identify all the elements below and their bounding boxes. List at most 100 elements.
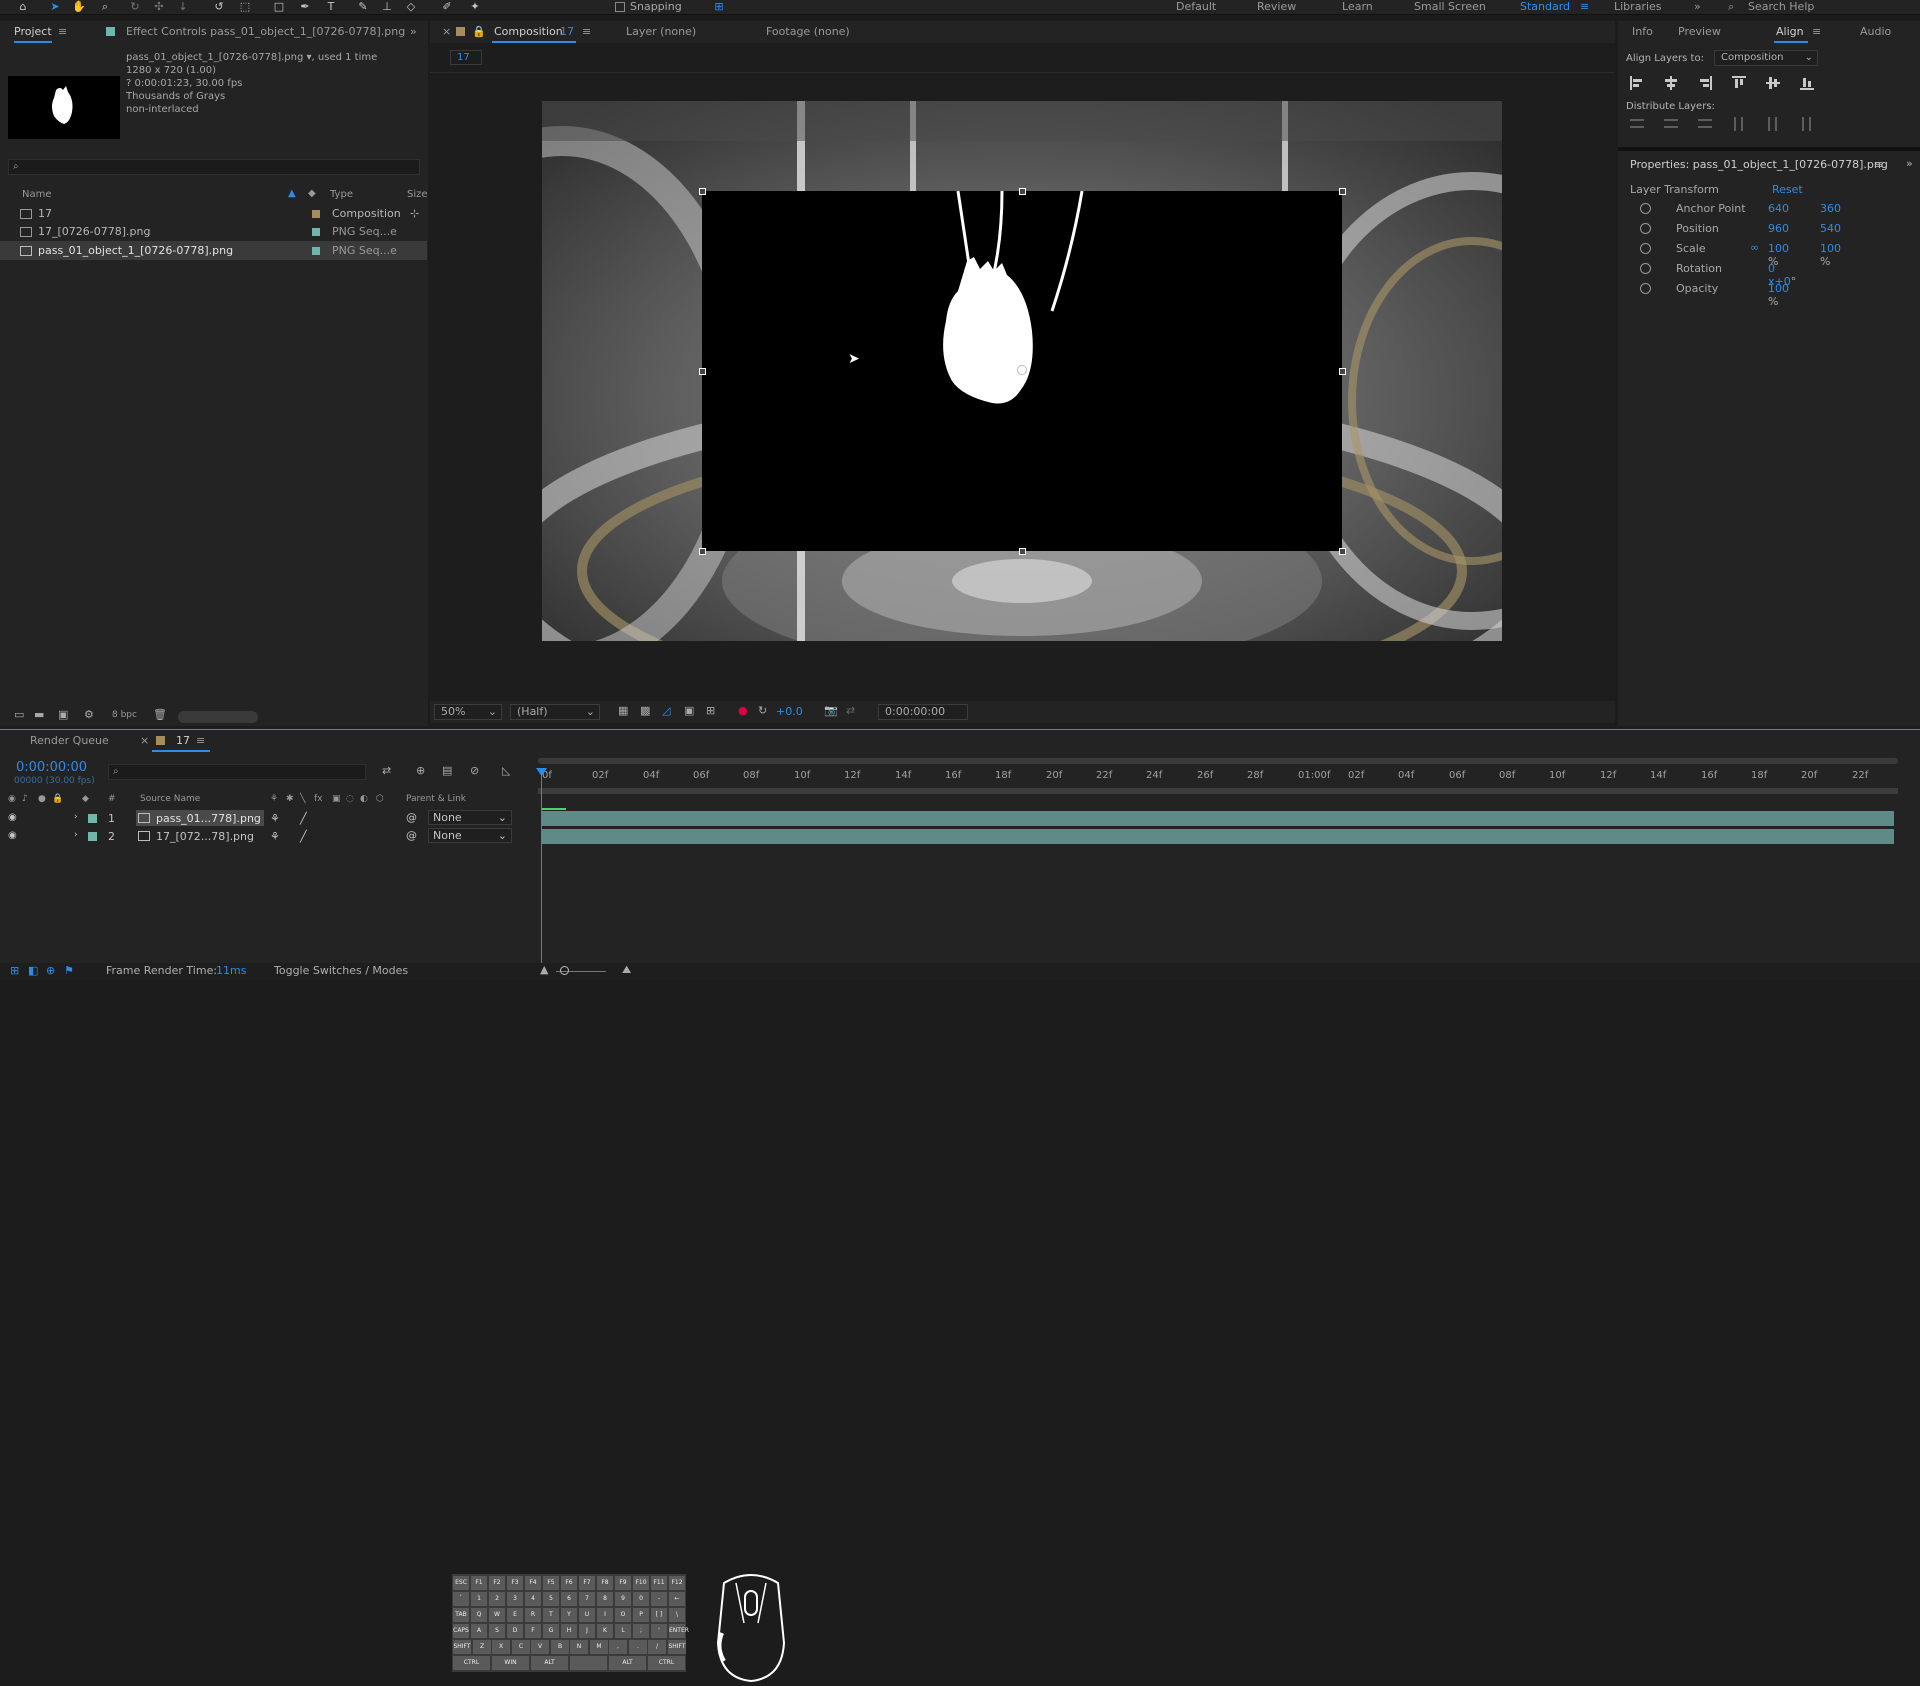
in-out-icon[interactable]: ⊕ [46,964,55,977]
modes-icon[interactable]: ◧ [28,964,38,977]
align-hcenter-icon[interactable] [1664,76,1678,90]
transform-handle-t[interactable] [1019,188,1026,195]
project-search-input[interactable]: ⌕ [8,159,420,175]
stopwatch-icon[interactable] [1640,203,1651,214]
pickwhip-icon[interactable]: @ [406,811,417,824]
home-icon[interactable]: ⌂ [16,1,30,13]
transform-handle-l[interactable] [699,368,706,375]
exposure-value[interactable]: +0.0 [776,705,803,718]
workspace-menu-icon[interactable]: ≡ [1580,0,1589,15]
comp-menu-icon[interactable]: ≡ [582,21,591,43]
search-help-input[interactable]: Search Help [1748,0,1814,15]
render-icon[interactable]: ⚙ [84,708,94,721]
align-left-icon[interactable] [1630,76,1644,90]
tab-effect-controls[interactable]: Effect Controls pass_01_object_1_[0726-0… [126,21,405,43]
grid-guides-icon[interactable]: ⊞ [706,704,715,717]
property-value-y[interactable]: 100 % [1820,242,1841,268]
layer-name[interactable]: pass_01...778].png [156,812,261,825]
tab-composition[interactable]: Composition [494,21,563,43]
3d-switch-icon[interactable]: ⬡ [376,794,384,804]
pickwhip-icon[interactable]: @ [406,829,417,842]
interpret-footage-icon[interactable]: ▭ [14,708,24,721]
property-value-opacity[interactable]: 100 % [1768,282,1789,308]
property-value-x[interactable]: 960 [1768,222,1789,235]
clone-stamp-icon[interactable]: ⊥ [380,1,394,13]
adjustment-switch-icon[interactable]: ◐ [360,794,368,804]
shy-layers-icon[interactable]: ▤ [442,764,452,777]
motion-blur-switch-icon[interactable]: ◌ [346,794,354,804]
new-composition-icon[interactable]: ▣ [58,708,68,721]
distribute-top-icon[interactable] [1630,117,1644,131]
show-snapshot-icon[interactable]: ⇄ [846,704,855,717]
lock-icon[interactable]: 🔒 [472,21,486,43]
lock-icon[interactable]: 🔒 [52,794,63,804]
orbit-tool-icon[interactable]: ↻ [128,1,142,13]
pan-tool-icon[interactable]: ✣ [152,1,166,13]
snapshot-icon[interactable]: 📷 [824,704,838,717]
rectangle-tool-icon[interactable]: □ [272,1,286,13]
fast-previews-icon[interactable]: ▦ [618,704,628,717]
property-value-x[interactable]: 640 [1768,202,1789,215]
render-time-icon[interactable]: ⚑ [64,964,74,977]
flowchart-icon[interactable]: ⊹ [410,207,419,220]
close-tab-icon[interactable]: × [442,21,451,43]
snapping-checkbox[interactable] [615,2,625,12]
dolly-tool-icon[interactable]: ↓ [176,1,190,13]
label-column-icon[interactable]: ◆ [308,188,316,199]
column-type[interactable]: Type [330,189,353,200]
column-name[interactable]: Name [22,189,52,200]
eraser-tool-icon[interactable]: ◇ [404,1,418,13]
pen-tool-icon[interactable]: ✒ [298,1,312,13]
property-value-y[interactable]: 540 [1820,222,1841,235]
tab-footage[interactable]: Footage (none) [766,21,850,43]
property-value-y[interactable]: 360 [1820,202,1841,215]
align-bottom-icon[interactable] [1800,76,1814,90]
align-menu-icon[interactable]: ≡ [1812,21,1821,43]
frame-blending-icon[interactable]: ⊘ [470,764,479,777]
parent-dropdown[interactable]: None ⌄ [428,828,512,843]
anchor-point-icon[interactable] [1017,365,1027,375]
roto-brush-icon[interactable]: ✐ [440,1,454,13]
workspace-standard[interactable]: Standard [1520,0,1570,15]
column-size[interactable]: Size [407,189,428,200]
comp-breadcrumb[interactable]: 17 [450,50,482,65]
stopwatch-icon[interactable] [1640,243,1651,254]
tab-timeline-comp[interactable]: 17 [176,730,190,752]
layer-row-1[interactable]: ◉ › 1 pass_01...778].png ⚘ ╱ @ None ⌄ [0,810,540,827]
properties-menu-icon[interactable]: ≡ [1874,158,1883,171]
project-menu-icon[interactable]: ≡ [58,21,67,43]
distribute-hcenter-icon[interactable] [1766,117,1780,131]
comp-viewer-canvas[interactable]: ➤ [542,101,1502,641]
workspace-small-screen[interactable]: Small Screen [1414,0,1486,15]
anchor-tool-icon[interactable]: ⬚ [238,1,252,13]
zoom-out-icon[interactable]: ▲ [540,963,548,976]
align-vcenter-icon[interactable] [1766,76,1780,90]
type-tool-icon[interactable]: T [324,1,338,13]
current-time[interactable]: 0:00:00:00 [16,760,87,775]
reset-button[interactable]: Reset [1772,183,1803,196]
layer-switches-icon[interactable]: ⊞ [10,964,19,977]
transform-handle-br[interactable] [1339,548,1346,555]
twirl-icon[interactable]: › [74,812,78,822]
transform-handle-tl[interactable] [699,188,706,195]
align-top-icon[interactable] [1732,76,1746,90]
trash-icon[interactable]: 🗑 [153,708,167,721]
more-workspaces-icon[interactable]: » [1694,0,1701,15]
tab-align[interactable]: Align [1776,21,1804,43]
project-item-png-pass01[interactable]: pass_01_object_1_[0726-0778].png PNG Seq… [0,241,427,260]
zoom-in-icon[interactable]: ⛰ [622,963,631,977]
project-item-comp-17[interactable]: 17 Composition ⊹ [0,204,427,223]
thumbnail-scroll[interactable] [178,711,258,723]
collapse-switch-icon[interactable]: ✱ [286,794,294,804]
sort-ascending-icon[interactable]: ▲ [288,188,296,199]
tab-render-queue[interactable]: Render Queue [30,730,109,752]
layer-label-swatch[interactable] [88,814,97,823]
properties-overflow-icon[interactable]: » [1906,157,1913,170]
timeline-search-input[interactable]: ⌕ [108,764,366,780]
column-parent[interactable]: Parent & Link [406,794,466,804]
workspace-libraries[interactable]: Libraries [1614,0,1662,15]
quality-switch-icon[interactable]: ╱ [300,812,307,825]
timeline-menu-icon[interactable]: ≡ [196,730,205,752]
layer-row-2[interactable]: ◉ › 2 17_[072...78].png ⚘ ╱ @ None ⌄ [0,828,540,845]
zoom-tool-icon[interactable]: ⌕ [98,1,112,13]
